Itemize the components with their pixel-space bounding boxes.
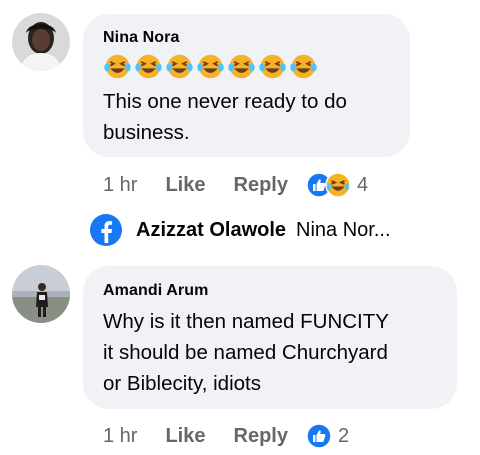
laughing-tears-emoji (259, 54, 286, 79)
laughing-tears-emoji (197, 54, 224, 79)
laughing-tears-emoji (228, 54, 255, 79)
reaction-count: 4 (356, 173, 369, 196)
laughing-tears-emoji (135, 54, 162, 79)
comment-timestamp[interactable]: 1 hr (103, 174, 137, 197)
like-button[interactable]: Like (165, 174, 205, 197)
emoji-row (103, 52, 318, 81)
reply-author[interactable]: Azizzat Olawole (136, 219, 286, 242)
facebook-icon (90, 214, 122, 246)
reaction-summary[interactable]: 2 (306, 423, 349, 449)
reply-button[interactable]: Reply (234, 174, 288, 197)
comment-author[interactable]: Nina Nora (103, 29, 179, 47)
reply-preview[interactable]: Azizzat Olawole Nina Nor... (89, 213, 391, 247)
like-button[interactable]: Like (165, 425, 205, 448)
comment-actions: 1 hr Like Reply 2 (103, 423, 349, 449)
comment-timestamp[interactable]: 1 hr (103, 425, 137, 448)
reaction-count: 2 (337, 424, 350, 447)
avatar-amandi-arum[interactable] (12, 265, 70, 323)
reply-snippet: Nina Nor... (296, 218, 391, 241)
like-reaction-icon (306, 423, 332, 449)
avatar-nina-nora[interactable] (12, 13, 70, 71)
haha-reaction-icon (325, 172, 351, 198)
comment-text: This one never ready to do business. (103, 90, 347, 144)
laughing-tears-emoji (104, 54, 131, 79)
laughing-tears-emoji (290, 54, 317, 79)
comment-author[interactable]: Amandi Arum (103, 282, 208, 300)
comment-actions: 1 hr Like Reply 4 (103, 172, 368, 198)
comment-text: Why is it then named FUNCITY it should b… (103, 310, 389, 395)
reaction-summary[interactable]: 4 (306, 172, 368, 198)
reply-button[interactable]: Reply (234, 425, 288, 448)
laughing-tears-emoji (166, 54, 193, 79)
